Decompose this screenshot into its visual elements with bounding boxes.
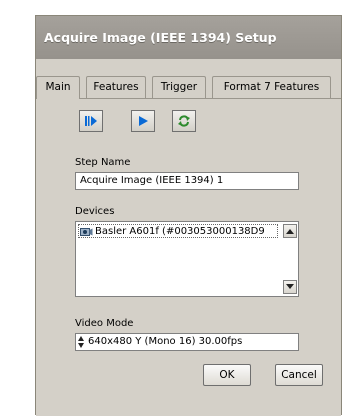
tab-trigger-label: Trigger: [160, 81, 198, 93]
tab-features[interactable]: Features: [86, 76, 146, 98]
tab-main[interactable]: Main: [36, 76, 80, 99]
refresh-icon: [178, 115, 190, 127]
camera-icon: [80, 228, 93, 236]
step-play-button[interactable]: [79, 110, 103, 132]
tab-format7-label: Format 7 Features: [223, 81, 320, 93]
tab-strip: Main Features Trigger Format 7 Features: [36, 76, 341, 99]
tab-features-label: Features: [93, 81, 139, 93]
scroll-down-button[interactable]: [283, 280, 297, 294]
play-button[interactable]: [131, 110, 155, 132]
play-icon: [139, 116, 148, 126]
spinner-arrows-icon: [78, 336, 84, 348]
chevron-down-icon: [286, 284, 294, 289]
tab-main-label: Main: [45, 81, 71, 93]
step-name-input[interactable]: Acquire Image (IEEE 1394) 1: [75, 172, 299, 190]
video-mode-value: 640x480 Y (Mono 16) 30.00fps: [88, 336, 243, 347]
scroll-up-button[interactable]: [283, 224, 297, 238]
window-title: Acquire Image (IEEE 1394) Setup: [36, 16, 341, 59]
video-mode-select[interactable]: 640x480 Y (Mono 16) 30.00fps: [75, 333, 299, 351]
chevron-up-icon: [286, 229, 294, 234]
step-name-label: Step Name: [75, 157, 131, 168]
video-mode-label: Video Mode: [75, 318, 134, 329]
refresh-button[interactable]: [172, 110, 196, 132]
cancel-button[interactable]: Cancel: [275, 364, 323, 386]
devices-list[interactable]: Basler A601f (#003053000138D9: [75, 221, 299, 297]
tab-format7-features[interactable]: Format 7 Features: [212, 76, 331, 98]
list-item[interactable]: Basler A601f (#003053000138D9: [78, 224, 278, 238]
step-play-icon: [85, 116, 97, 126]
ok-button[interactable]: OK: [203, 364, 251, 386]
devices-label: Devices: [75, 206, 115, 217]
device-item-label: Basler A601f (#003053000138D9: [95, 226, 265, 237]
tab-trigger[interactable]: Trigger: [152, 76, 206, 98]
